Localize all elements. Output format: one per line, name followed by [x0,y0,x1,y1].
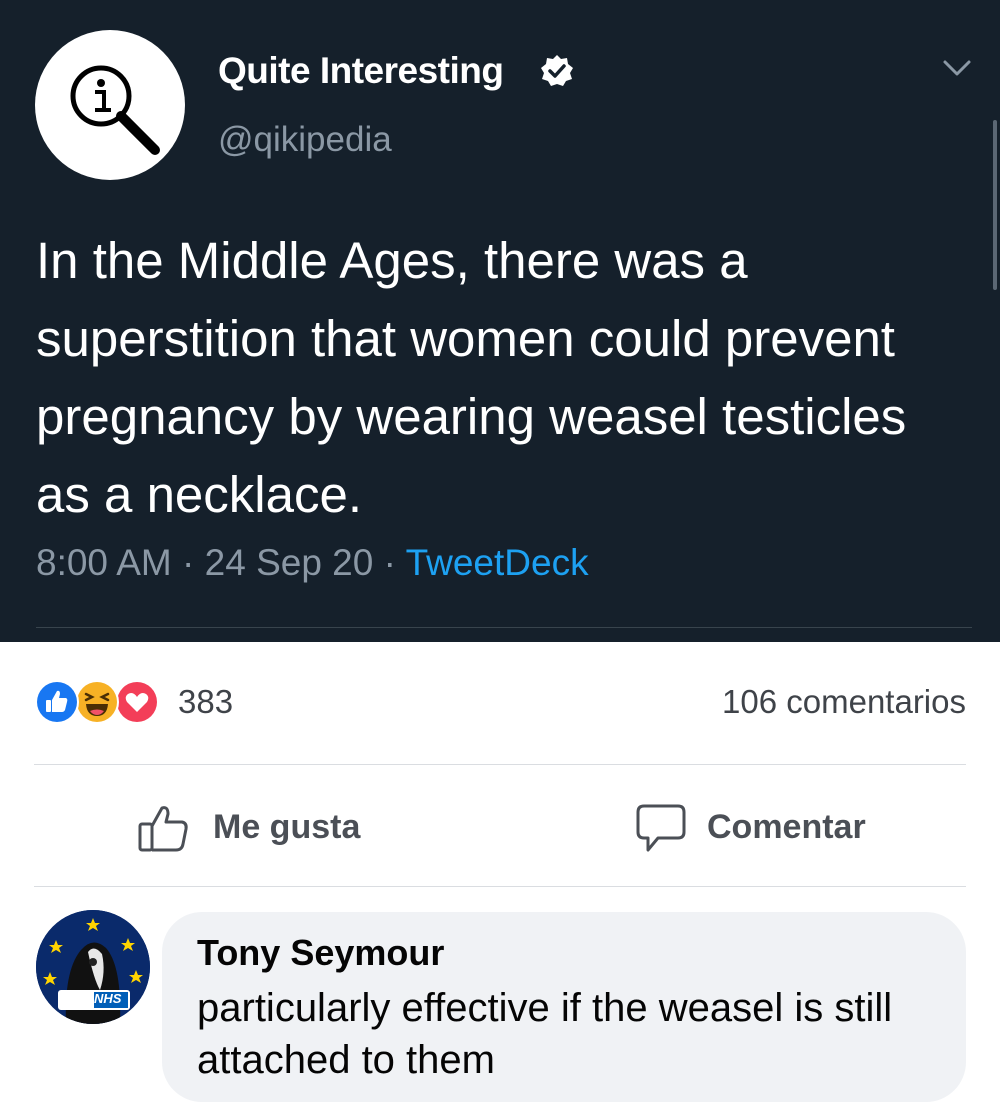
comment-count-link[interactable]: 106 comentarios [722,683,966,721]
tweet-author-name[interactable]: Quite Interesting [218,50,504,92]
scrollbar [993,120,997,290]
like-button[interactable]: Me gusta [136,800,376,860]
commenter-avatar[interactable]: NHS [36,910,150,1024]
qi-logo-avatar[interactable] [35,30,185,180]
speech-bubble-icon [636,804,686,852]
comment-bubble[interactable]: Tony Seymour particularly effective if t… [162,912,966,1102]
tweet-source-link[interactable]: TweetDeck [406,542,589,583]
comment-author-name[interactable]: Tony Seymour [197,932,444,974]
like-icon [35,680,79,724]
haha-icon [75,680,119,724]
divider [34,764,966,765]
divider [34,886,966,887]
reaction-count[interactable]: 383 [178,683,233,721]
comment-button[interactable]: Comentar [634,800,874,860]
tweet-divider [36,627,972,628]
nhs-badge: NHS [94,991,122,1006]
tweet-text: In the Middle Ages, there was a supersti… [36,232,907,523]
tweet-timestamp: 8:00 AM · 24 Sep 20 · [36,542,406,583]
thumbs-up-icon [138,806,188,852]
verified-badge-icon [541,55,573,86]
comment-button-label: Comentar [707,808,866,846]
tweet-meta: 8:00 AM · 24 Sep 20 · TweetDeck [36,542,589,584]
tweet-screenshot[interactable]: Quite Interesting @qikipedia In the Midd… [0,0,1000,642]
tweet-handle[interactable]: @qikipedia [218,120,392,160]
chevron-down-icon[interactable] [942,56,972,80]
love-icon [115,680,159,724]
like-button-label: Me gusta [213,808,361,846]
comment-text: particularly effective if the weasel is … [197,986,893,1082]
magnifier-info-icon [70,65,160,155]
avatar-image [36,910,150,1024]
